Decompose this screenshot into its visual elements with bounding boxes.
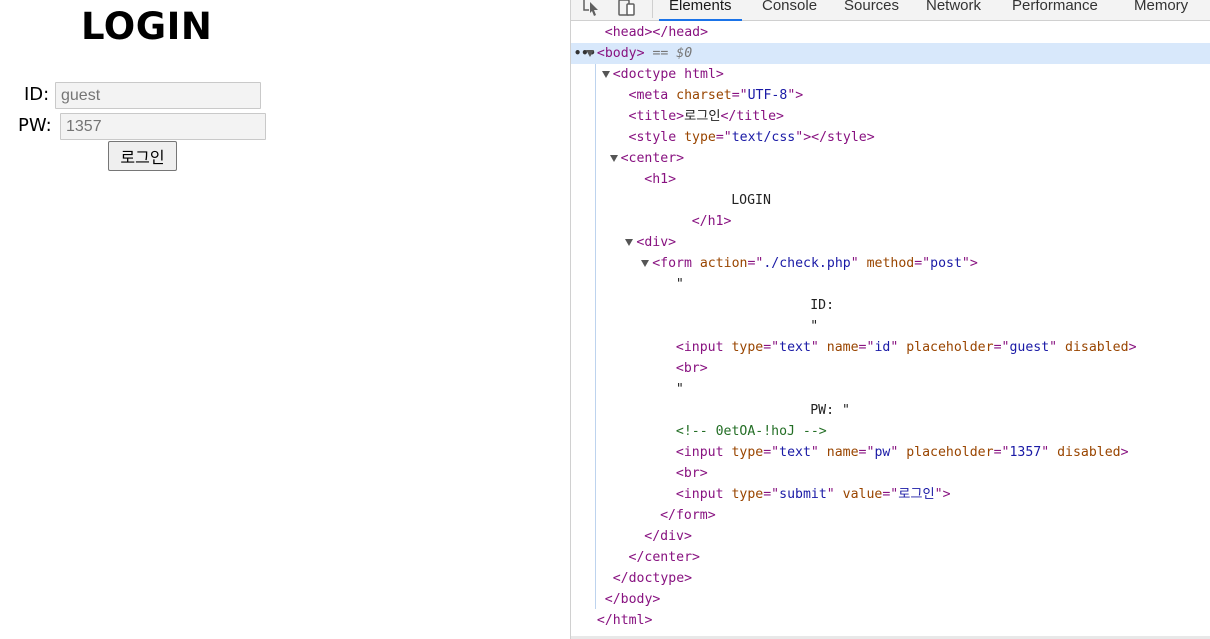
dom-node-line[interactable]: </html> [571,610,1210,631]
page-title: LOGIN [81,5,213,48]
elements-dom-tree[interactable]: <head></head> ••• <body> == $0 <doctype htm… [571,22,1210,639]
dom-node-line[interactable]: <h1> [571,169,1210,190]
dom-node-line[interactable]: LOGIN [571,190,1210,211]
dom-node-text: </doctype> [612,571,693,586]
dom-node-text: <style type="text/css"></style> [628,130,875,145]
toolbar-divider [652,0,653,18]
dom-node-line[interactable]: <doctype html> [571,64,1210,85]
dom-node-line[interactable]: ••• <body> == $0 [571,43,1210,64]
dom-node-text: " [810,319,819,334]
dom-node-line[interactable]: <br> [571,463,1210,484]
dom-node-text: </h1> [691,214,732,229]
devtools-panel: Elements Console Sources Network Performance… [570,0,1210,639]
device-toolbar-icon[interactable] [615,0,637,20]
dom-node-text: <doctype html> [612,67,724,82]
dom-node-line[interactable]: <meta charset="UTF-8"> [571,85,1210,106]
tab-elements[interactable]: Elements [659,0,742,21]
dom-node-line[interactable]: </center> [571,547,1210,568]
expand-triangle-icon[interactable] [641,260,650,267]
dom-node-line[interactable]: </doctype> [571,568,1210,589]
tab-performance[interactable]: Performance [1002,0,1108,21]
dom-node-line[interactable]: <style type="text/css"></style> [571,127,1210,148]
rendered-page: LOGIN ID: PW: 로그인 [0,0,570,639]
dom-node-text: <center> [620,151,685,166]
dom-node-text: </center> [628,550,700,565]
dom-node-line[interactable]: ID: [571,295,1210,316]
dom-node-text: </body> [604,592,661,607]
tab-network[interactable]: Network [916,0,991,21]
dom-node-text: <div> [636,235,677,250]
dom-node-line[interactable]: </div> [571,526,1210,547]
pw-input[interactable] [60,113,266,140]
dom-node-line[interactable]: <input type="text" name="pw" placeholder… [571,442,1210,463]
dom-node-text: </form> [660,508,716,523]
expand-triangle-icon[interactable] [625,239,634,246]
dom-node-text: LOGIN [731,193,771,208]
dom-node-text: ID: [810,298,835,313]
dom-node-text: <input type="text" name="id" placeholder… [675,340,1137,355]
id-label: ID: [24,84,50,105]
dom-node-text: <input type="submit" value="로그인"> [675,487,951,502]
dom-node-line[interactable]: " [571,316,1210,337]
dom-node-text: " [675,382,684,397]
dom-node-line[interactable]: <form action="./check.php" method="post"… [571,253,1210,274]
expand-triangle-icon[interactable] [601,71,610,78]
dom-node-text: <!-- 0etOA-!hoJ --> [675,424,827,439]
dom-node-text: <body> == $0 [596,46,693,61]
dom-node-text: </div> [644,529,692,544]
expand-triangle-icon[interactable] [585,50,594,57]
dom-node-line[interactable]: <input type="submit" value="로그인"> [571,484,1210,505]
dom-node-line[interactable]: " [571,274,1210,295]
dom-node-text: PW: " [810,403,850,418]
dom-node-text: <title>로그인</title> [628,109,785,124]
dom-node-line[interactable]: </body> [571,589,1210,610]
dom-node-text: " [675,277,684,292]
dom-node-line[interactable]: <head></head> [571,22,1210,43]
dom-node-line[interactable]: </form> [571,505,1210,526]
dom-node-text: <br> [675,361,708,376]
dom-node-line[interactable]: <center> [571,148,1210,169]
pw-label: PW: [18,115,52,136]
devtools-toolbar: Elements Console Sources Network Performance… [571,0,1210,21]
dom-node-text: <input type="text" name="pw" placeholder… [675,445,1129,460]
dom-node-line[interactable]: " [571,379,1210,400]
dom-node-line[interactable]: PW: " [571,400,1210,421]
dom-node-line[interactable]: <br> [571,358,1210,379]
inspect-element-icon[interactable] [581,0,603,20]
dom-node-text: <head></head> [604,25,709,40]
expand-triangle-icon[interactable] [609,155,618,162]
tab-memory[interactable]: Memory [1124,0,1198,21]
login-submit-button[interactable]: 로그인 [108,141,177,171]
dom-node-line[interactable]: <title>로그인</title> [571,106,1210,127]
dom-node-line[interactable]: <!-- 0etOA-!hoJ --> [571,421,1210,442]
dom-node-text: <h1> [644,172,677,187]
id-input[interactable] [55,82,261,109]
dom-node-text: <meta charset="UTF-8"> [628,88,804,103]
dom-node-line[interactable]: </h1> [571,211,1210,232]
tab-console[interactable]: Console [752,0,827,21]
dom-node-line[interactable]: <input type="text" name="id" placeholder… [571,337,1210,358]
dom-node-text: <form action="./check.php" method="post"… [652,256,978,271]
dom-node-line[interactable]: <div> [571,232,1210,253]
dom-node-text: <br> [675,466,708,481]
dom-node-text: </html> [596,613,653,628]
tab-sources[interactable]: Sources [834,0,909,21]
